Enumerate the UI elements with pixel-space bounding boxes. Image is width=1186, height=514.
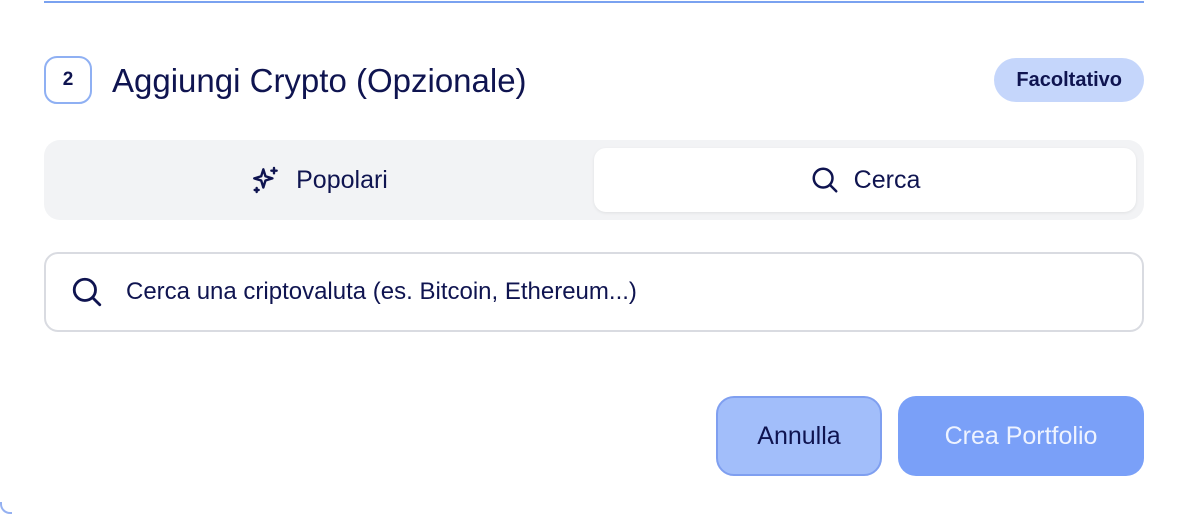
card-corner [0, 502, 12, 514]
section-title: Aggiungi Crypto (Opzionale) [112, 62, 527, 99]
optional-badge: Facoltativo [994, 58, 1144, 102]
tab-search-label: Cerca [853, 165, 921, 194]
create-portfolio-button[interactable]: Crea Portfolio [898, 396, 1144, 476]
section-divider [44, 1, 1144, 3]
search-icon [810, 165, 840, 195]
step-header: 2 Aggiungi Crypto (Opzionale) Facoltativ… [44, 56, 1144, 106]
tab-popular[interactable]: Popolari [52, 148, 586, 212]
crypto-portfolio-step: 2 Aggiungi Crypto (Opzionale) Facoltativ… [0, 0, 1186, 514]
source-tabs: Popolari Cerca [44, 140, 1144, 220]
cancel-button[interactable]: Annulla [716, 396, 882, 476]
step-number-badge: 2 [44, 56, 92, 104]
crypto-search-box[interactable] [44, 252, 1144, 332]
search-icon [70, 275, 104, 309]
tab-popular-label: Popolari [296, 165, 388, 194]
tab-search[interactable]: Cerca [594, 148, 1136, 212]
sparkles-icon [250, 164, 282, 196]
crypto-search-input[interactable] [126, 272, 1106, 312]
